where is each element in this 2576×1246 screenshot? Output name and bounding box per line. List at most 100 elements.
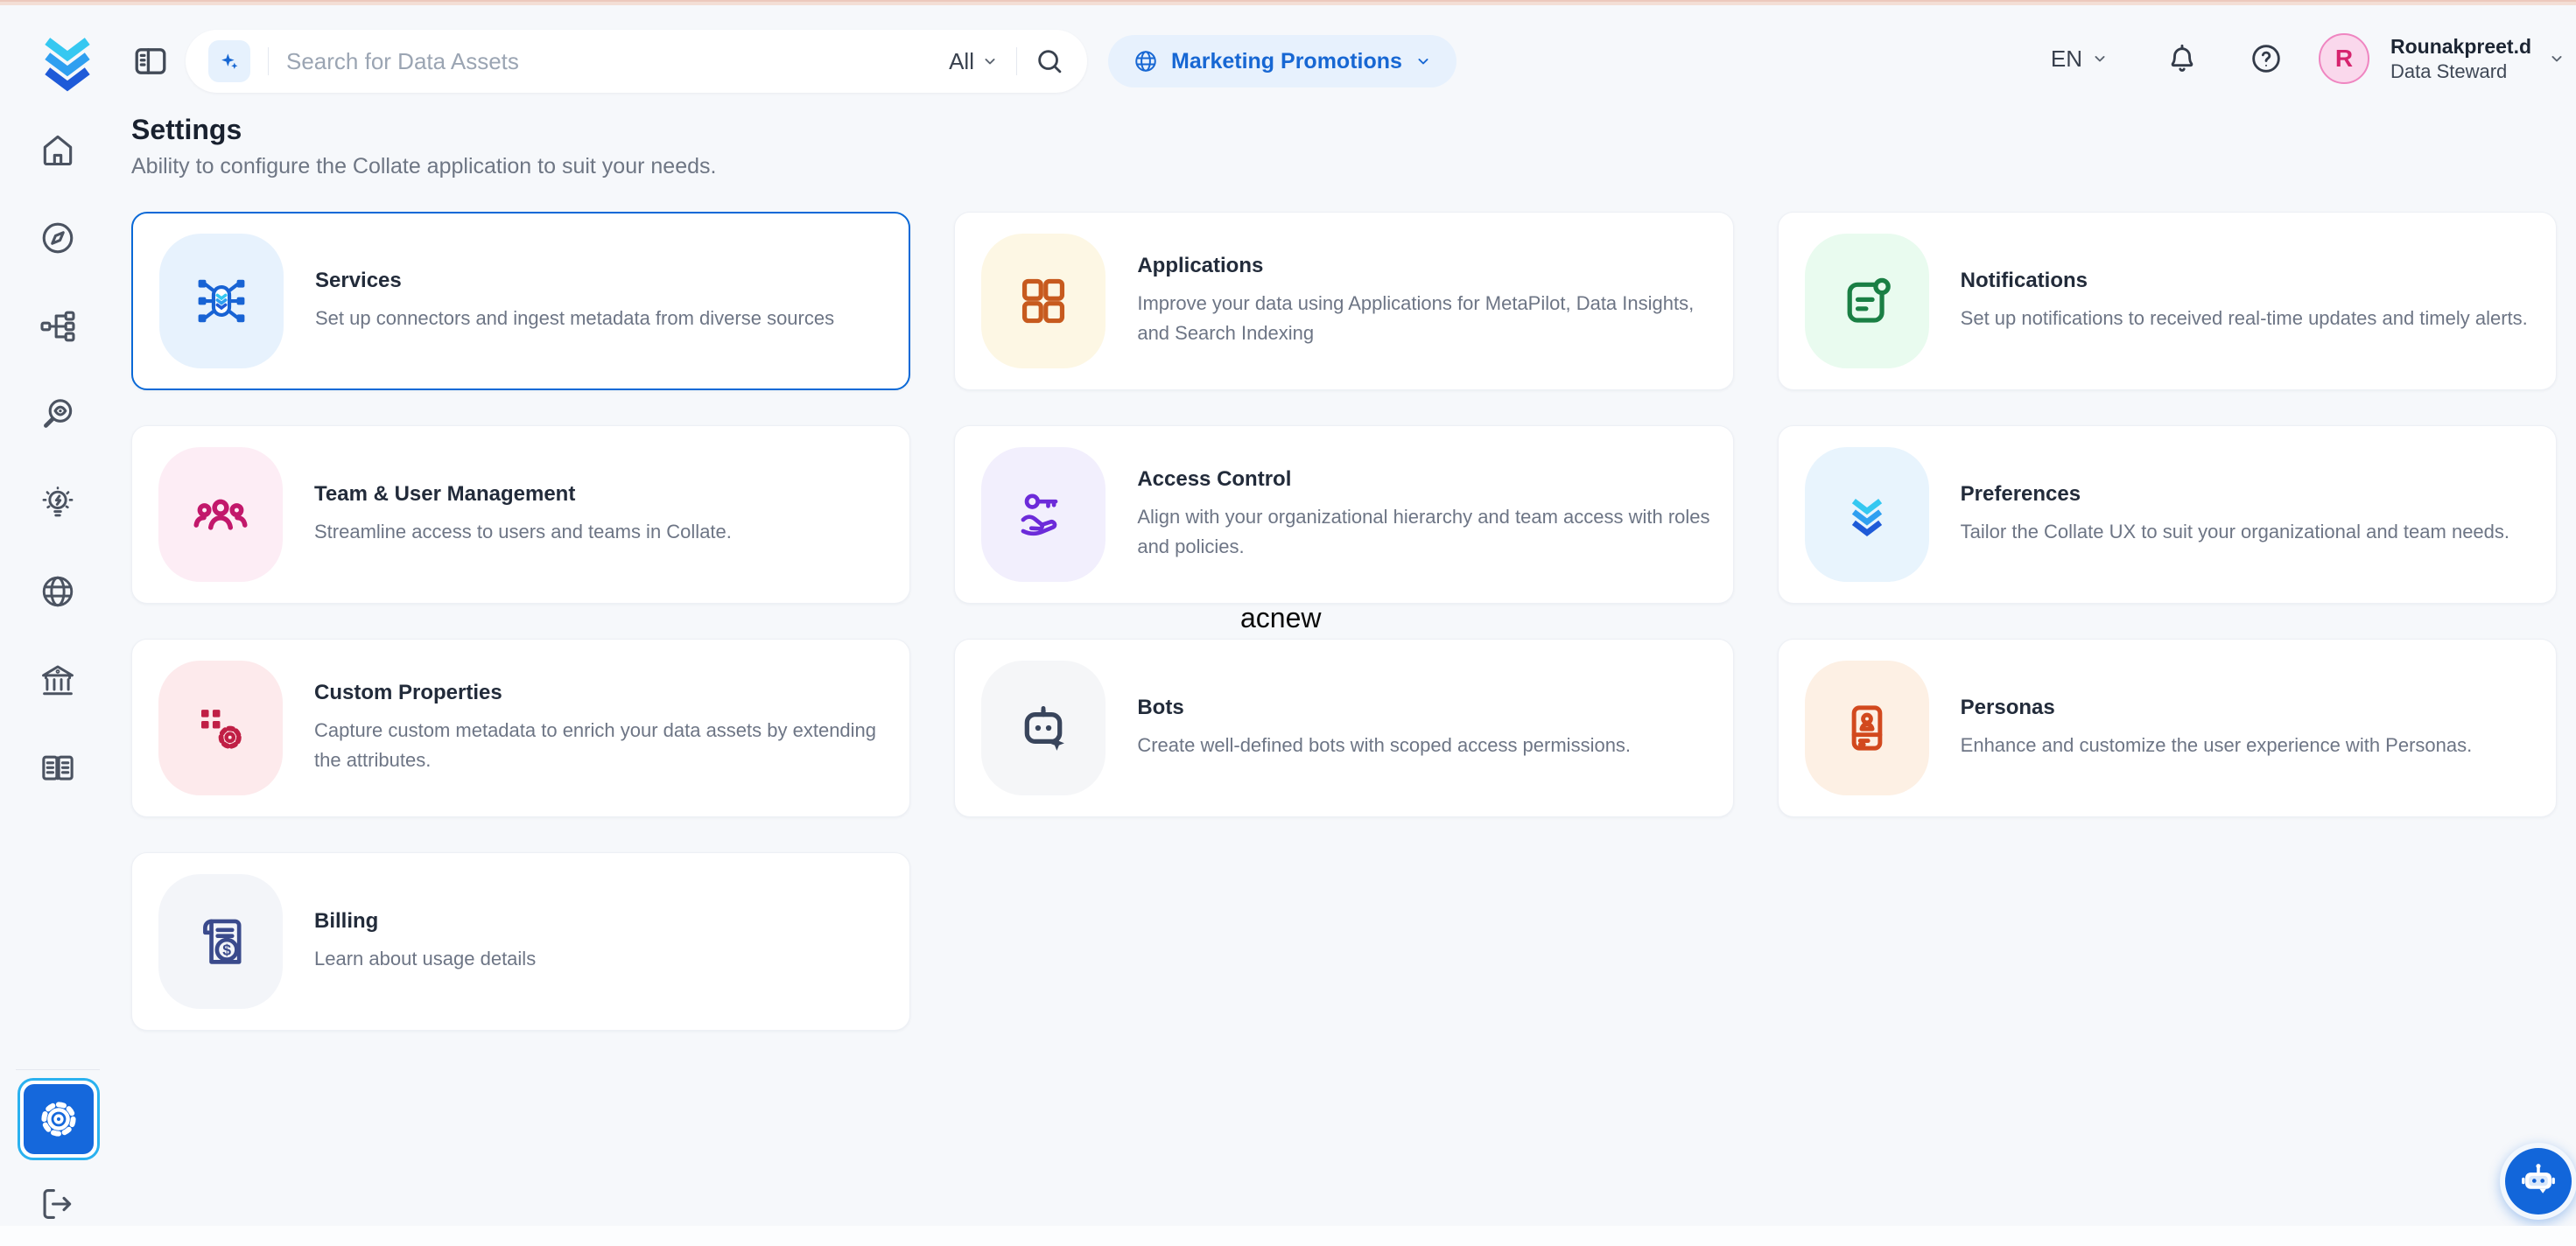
card-description: Align with your organizational hierarchy… bbox=[1137, 502, 1711, 562]
robot-icon bbox=[2514, 1156, 2563, 1208]
magnifier-eye-icon bbox=[39, 396, 77, 434]
settings-card-applications[interactable]: Applications Improve your data using App… bbox=[954, 212, 1733, 390]
card-description: Tailor the Collate UX to suit your organ… bbox=[1961, 517, 2509, 547]
user-avatar[interactable]: R bbox=[2319, 33, 2369, 84]
custom-properties-gear-icon bbox=[192, 699, 249, 757]
sidebar-item-domains[interactable] bbox=[38, 571, 78, 612]
language-label: EN bbox=[2051, 46, 2082, 73]
gear-icon bbox=[24, 1084, 94, 1154]
sidebar-item-explore[interactable] bbox=[38, 218, 78, 258]
card-description: Create well-defined bots with scoped acc… bbox=[1137, 731, 1631, 760]
sidebar-item-observability[interactable] bbox=[38, 395, 78, 435]
topbar-right-cluster: EN R Rounakpreet.d Data Steward bbox=[2051, 5, 2565, 112]
domain-selector[interactable]: Marketing Promotions bbox=[1108, 35, 1456, 88]
global-search-bar[interactable]: Search for Data Assets All bbox=[186, 30, 1087, 93]
card-icon-tile bbox=[1805, 234, 1929, 368]
bot-face-icon bbox=[1014, 699, 1072, 757]
settings-card-team-user-management[interactable]: Team & User Management Streamline access… bbox=[131, 425, 910, 604]
card-description: Learn about usage details bbox=[314, 944, 536, 974]
ai-sparkle-icon[interactable] bbox=[208, 40, 250, 82]
settings-card-notifications[interactable]: Notifications Set up notifications to re… bbox=[1778, 212, 2557, 390]
user-menu[interactable]: Rounakpreet.d Data Steward bbox=[2390, 34, 2539, 83]
card-icon-tile bbox=[1805, 447, 1929, 582]
search-divider bbox=[1016, 47, 1017, 75]
page-title: Settings bbox=[131, 112, 2557, 147]
bottom-strip bbox=[0, 1226, 2576, 1246]
sidebar-item-data-flow[interactable] bbox=[38, 306, 78, 346]
sidebar-divider bbox=[16, 1069, 100, 1070]
key-hand-icon bbox=[1014, 486, 1072, 543]
card-icon-tile bbox=[158, 661, 283, 795]
card-title: Billing bbox=[314, 909, 536, 934]
stray-text: acnew bbox=[1240, 602, 1322, 634]
user-name: Rounakpreet.d bbox=[2390, 34, 2539, 60]
persona-card-icon bbox=[1838, 699, 1896, 757]
card-title: Bots bbox=[1137, 696, 1631, 720]
card-icon-tile bbox=[981, 661, 1106, 795]
settings-cards-grid: Services Set up connectors and ingest me… bbox=[131, 212, 2557, 1031]
card-title: Custom Properties bbox=[314, 681, 888, 705]
help-icon[interactable] bbox=[2249, 41, 2284, 76]
search-icon[interactable] bbox=[1035, 46, 1064, 76]
services-network-icon bbox=[193, 272, 250, 330]
card-description: Set up connectors and ingest metadata fr… bbox=[315, 304, 834, 333]
logout-icon[interactable] bbox=[38, 1185, 78, 1225]
settings-card-billing[interactable]: $ Billing Learn about usage details bbox=[131, 852, 910, 1031]
card-description: Set up notifications to received real-ti… bbox=[1961, 304, 2528, 333]
panel-toggle-icon bbox=[131, 70, 170, 83]
search-scope-dropdown[interactable]: All bbox=[949, 48, 999, 75]
sidebar-item-insights[interactable] bbox=[38, 483, 78, 523]
app-grid-icon bbox=[1014, 272, 1072, 330]
collate-layers-icon bbox=[1838, 486, 1896, 543]
card-description: Capture custom metadata to enrich your d… bbox=[314, 716, 888, 775]
collate-app-window: Search for Data Assets All Marketing Pro… bbox=[0, 0, 2576, 1246]
card-title: Access Control bbox=[1137, 467, 1711, 492]
user-role: Data Steward bbox=[2390, 60, 2539, 84]
card-title: Personas bbox=[1961, 696, 2473, 720]
sitemap-icon bbox=[39, 307, 77, 346]
sidebar-item-govern[interactable] bbox=[38, 660, 78, 700]
card-icon-tile: $ bbox=[158, 874, 283, 1009]
collate-logo-icon[interactable] bbox=[33, 26, 102, 94]
search-input[interactable]: Search for Data Assets bbox=[286, 48, 949, 75]
notifications-bell-icon[interactable] bbox=[2165, 41, 2200, 76]
user-menu-chevron-icon[interactable] bbox=[2548, 50, 2565, 67]
domain-label: Marketing Promotions bbox=[1171, 49, 1402, 74]
chevron-down-icon bbox=[981, 52, 999, 70]
chevron-down-icon bbox=[2091, 50, 2109, 67]
card-icon-tile bbox=[981, 447, 1106, 582]
chat-bot-button[interactable] bbox=[2500, 1143, 2576, 1220]
compass-icon bbox=[39, 219, 77, 257]
svg-text:$: $ bbox=[222, 941, 231, 958]
settings-card-preferences[interactable]: Preferences Tailor the Collate UX to sui… bbox=[1778, 425, 2557, 604]
card-title: Applications bbox=[1137, 254, 1711, 278]
language-dropdown[interactable]: EN bbox=[2051, 46, 2109, 73]
sidebar-item-glossary[interactable] bbox=[38, 748, 78, 788]
settings-card-access-control[interactable]: Access Control Align with your organizat… bbox=[954, 425, 1733, 604]
sidebar-item-home[interactable] bbox=[38, 130, 78, 170]
settings-card-personas[interactable]: Personas Enhance and customize the user … bbox=[1778, 639, 2557, 817]
top-navigation-bar: Search for Data Assets All Marketing Pro… bbox=[0, 5, 2576, 112]
card-title: Preferences bbox=[1961, 482, 2509, 507]
team-users-icon bbox=[192, 486, 249, 543]
sidebar-toggle-button[interactable] bbox=[131, 42, 170, 80]
card-icon-tile bbox=[159, 234, 284, 368]
left-sidebar bbox=[0, 112, 116, 1246]
card-title: Team & User Management bbox=[314, 482, 732, 507]
sidebar-item-settings[interactable] bbox=[18, 1078, 100, 1160]
billing-receipt-icon: $ bbox=[192, 913, 249, 970]
card-description: Improve your data using Applications for… bbox=[1137, 289, 1711, 348]
chevron-down-icon bbox=[1414, 52, 1432, 70]
bank-icon bbox=[39, 661, 77, 699]
settings-card-custom-properties[interactable]: Custom Properties Capture custom metadat… bbox=[131, 639, 910, 817]
card-icon-tile bbox=[158, 447, 283, 582]
globe-icon bbox=[39, 572, 77, 611]
card-title: Notifications bbox=[1961, 269, 2528, 293]
settings-card-bots[interactable]: Bots Create well-defined bots with scope… bbox=[954, 639, 1733, 817]
search-divider bbox=[268, 47, 269, 75]
settings-card-services[interactable]: Services Set up connectors and ingest me… bbox=[131, 212, 910, 390]
card-title: Services bbox=[315, 269, 834, 293]
open-book-icon bbox=[39, 749, 77, 788]
lightbulb-icon bbox=[39, 484, 77, 522]
card-description: Enhance and customize the user experienc… bbox=[1961, 731, 2473, 760]
